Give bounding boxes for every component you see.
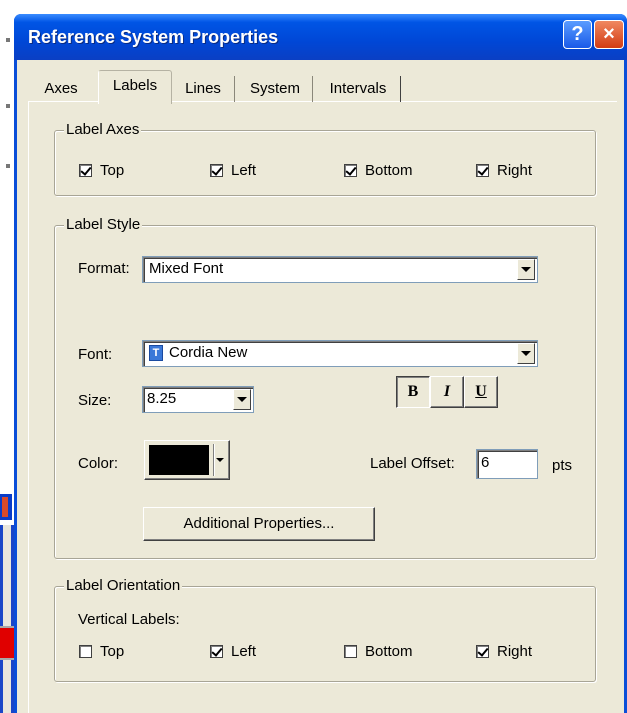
checkbox-box (476, 644, 489, 658)
additional-properties-button[interactable]: Additional Properties... (143, 507, 375, 541)
checkbox-label: Left (231, 642, 257, 660)
label-orientation-group (54, 586, 596, 682)
italic-button[interactable]: I (430, 376, 464, 408)
tab-system[interactable]: System (238, 76, 313, 102)
color-label: Color: (78, 455, 119, 472)
checkbox-label: Right (497, 161, 533, 179)
checkbox-box (210, 163, 223, 177)
checkbox-label: Bottom (365, 642, 413, 660)
background-window-edge (0, 494, 12, 520)
checkbox-box (210, 644, 223, 658)
underline-button[interactable]: U (464, 376, 498, 408)
checkbox-box (476, 163, 489, 177)
label-offset-input[interactable]: 6 (476, 449, 538, 479)
italic-icon: I (443, 383, 451, 400)
label-axes-legend: Label Axes (64, 121, 142, 139)
format-select[interactable]: Mixed Font (142, 256, 538, 283)
bold-icon: B (407, 383, 419, 400)
checkbox-axes-right[interactable]: Right (476, 160, 532, 180)
checkbox-label: Bottom (365, 161, 413, 179)
checkbox-vertical-left[interactable]: Left (210, 641, 256, 661)
dropdown-arrow-icon[interactable] (517, 259, 535, 280)
close-button[interactable]: × (594, 20, 624, 49)
checkbox-vertical-bottom[interactable]: Bottom (344, 641, 413, 661)
checkbox-axes-bottom[interactable]: Bottom (344, 160, 413, 180)
tab-intervals[interactable]: Intervals (316, 76, 401, 102)
color-picker-button[interactable] (144, 440, 230, 480)
checkbox-label: Top (100, 642, 125, 660)
color-swatch (149, 445, 209, 475)
size-label: Size: (78, 392, 112, 409)
color-dropdown-icon (216, 458, 224, 462)
checkbox-box (79, 163, 92, 177)
underline-icon: U (475, 383, 487, 400)
dropdown-arrow-icon[interactable] (517, 343, 535, 364)
tab-axes[interactable]: Axes (32, 76, 90, 102)
font-label: Font: (78, 346, 113, 363)
help-icon: ? (571, 23, 584, 45)
format-label: Format: (78, 260, 130, 277)
checkbox-label: Left (231, 161, 257, 179)
tab-labels[interactable]: Labels (98, 70, 172, 104)
font-select[interactable]: T Cordia New (142, 340, 538, 367)
color-divider (213, 444, 214, 476)
dialog-title: Reference System Properties (28, 27, 279, 47)
size-value: 8.25 (147, 390, 177, 407)
label-orientation-legend: Label Orientation (64, 577, 183, 595)
size-select[interactable]: 8.25 (142, 386, 254, 413)
format-value: Mixed Font (149, 260, 224, 277)
checkbox-vertical-right[interactable]: Right (476, 641, 532, 661)
help-button[interactable]: ? (563, 20, 592, 49)
tab-lines[interactable]: Lines (172, 76, 235, 102)
checkbox-axes-left[interactable]: Left (210, 160, 256, 180)
checkbox-box (344, 163, 357, 177)
label-offset-unit: pts (552, 457, 573, 474)
bold-button[interactable]: B (396, 376, 430, 408)
checkbox-vertical-top[interactable]: Top (79, 641, 124, 661)
background-markers (6, 38, 10, 168)
checkbox-label: Right (497, 642, 533, 660)
font-value: Cordia New (169, 344, 248, 361)
label-style-legend: Label Style (64, 216, 143, 234)
checkbox-axes-top[interactable]: Top (79, 160, 124, 180)
truetype-font-icon: T (149, 345, 163, 361)
dropdown-arrow-icon[interactable] (233, 389, 251, 410)
close-icon: × (603, 23, 615, 45)
background-panel (0, 525, 14, 713)
label-offset-label: Label Offset: (370, 455, 455, 472)
checkbox-label: Top (100, 161, 125, 179)
checkbox-box (79, 644, 92, 658)
vertical-labels-heading: Vertical Labels: (78, 611, 180, 628)
checkbox-box (344, 644, 357, 658)
